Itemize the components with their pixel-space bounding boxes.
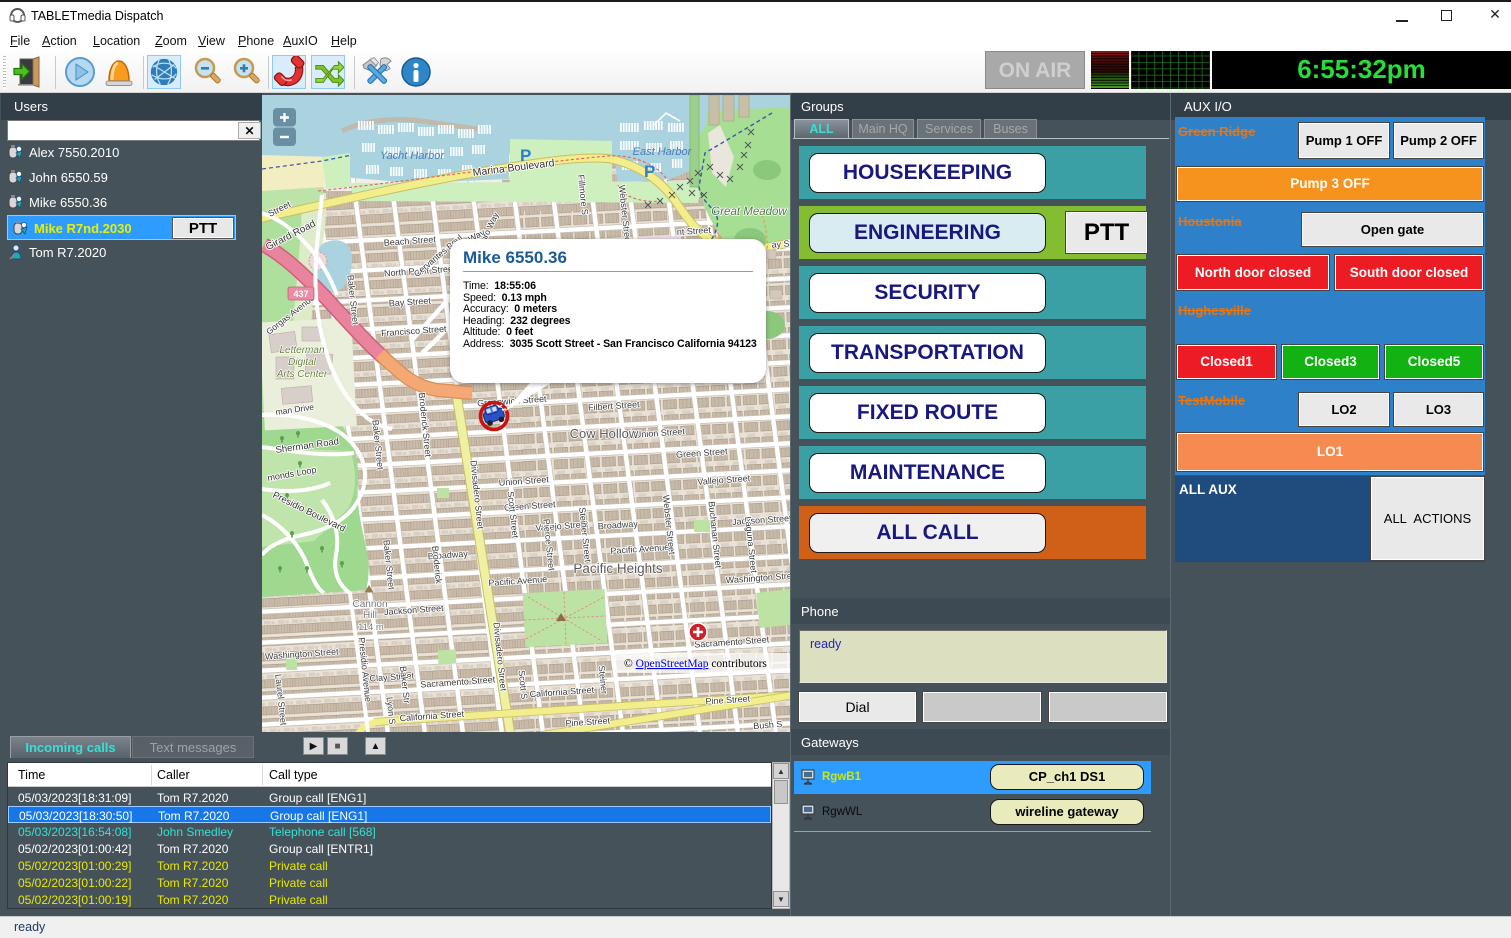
svg-text:Arts Center: Arts Center <box>276 369 328 380</box>
svg-text:© OpenStreetMap contributors: © OpenStreetMap contributors <box>624 658 767 670</box>
svg-text:Great Meadow: Great Meadow <box>711 206 787 218</box>
svg-text:Bush S: Bush S <box>753 719 783 731</box>
svg-text:Pacific Heights: Pacific Heights <box>573 561 663 576</box>
svg-text:Cannon: Cannon <box>352 599 387 610</box>
svg-text:Letterman: Letterman <box>279 345 324 356</box>
svg-text:Cow Hollow: Cow Hollow <box>570 426 639 441</box>
svg-text:ay St: ay St <box>771 238 790 249</box>
svg-text:Hill: Hill <box>363 610 377 621</box>
svg-text:437: 437 <box>293 289 308 299</box>
svg-text:P: P <box>644 162 655 181</box>
svg-text:East Harbor: East Harbor <box>633 146 693 158</box>
svg-text:Yacht Harbor: Yacht Harbor <box>380 150 445 162</box>
svg-text:Digital: Digital <box>288 357 317 368</box>
svg-text:114 m: 114 m <box>358 622 384 633</box>
